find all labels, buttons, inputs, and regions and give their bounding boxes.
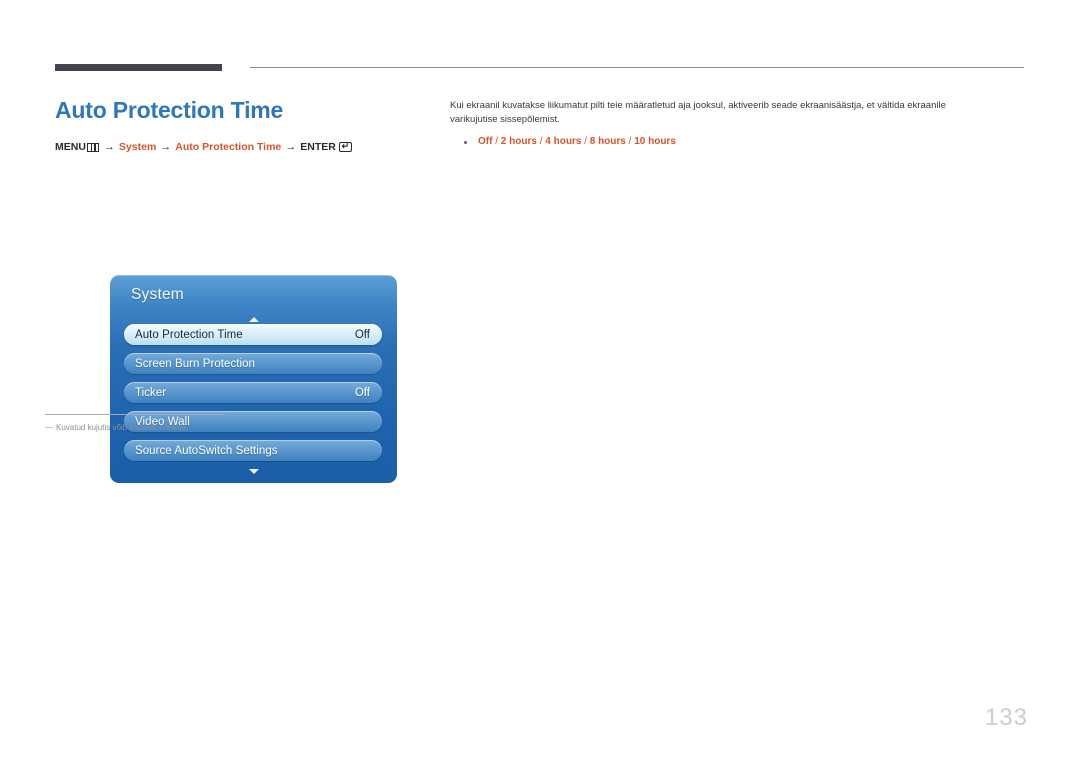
footnote-dash: ― [45, 423, 53, 432]
options-list: Off / 2 hours / 4 hours / 8 hours / 10 h… [450, 135, 990, 149]
osd-row-label: Auto Protection Time [135, 328, 243, 341]
description-paragraph: Kui ekraanil kuvatakse liikumatut pilti … [450, 100, 946, 125]
option-separator: / [536, 136, 546, 147]
osd-menu-list: Auto Protection Time Off Screen Burn Pro… [124, 324, 382, 469]
osd-row-ticker[interactable]: Ticker Off [124, 382, 382, 403]
option-2-hours: 2 hours [500, 136, 537, 147]
option-10-hours: 10 hours [634, 136, 676, 147]
page-title: Auto Protection Time [55, 97, 284, 123]
option-separator: / [492, 136, 501, 147]
page-number: 133 [984, 704, 1028, 731]
options-list-item: Off / 2 hours / 4 hours / 8 hours / 10 h… [450, 135, 990, 149]
menu-grid-icon [86, 142, 99, 152]
osd-row-value: Off [354, 386, 370, 399]
breadcrumb-item-system: System [118, 141, 157, 153]
header-rules [0, 0, 1080, 80]
footnote: ― Kuvatud kujutis võib mudeliti erineda. [45, 414, 405, 434]
osd-row-auto-protection-time[interactable]: Auto Protection Time Off [124, 324, 382, 345]
breadcrumb-menu-label: MENU [55, 141, 86, 153]
osd-row-source-autoswitch-settings[interactable]: Source AutoSwitch Settings [124, 440, 382, 461]
breadcrumb-arrow-3: → [285, 141, 297, 153]
breadcrumb-arrow-2: → [160, 141, 172, 153]
header-rule-thick [55, 64, 222, 71]
triangle-down-icon[interactable] [110, 465, 397, 475]
option-off: Off [478, 136, 493, 147]
breadcrumb-arrow-1: → [103, 141, 115, 153]
osd-row-label: Source AutoSwitch Settings [135, 444, 278, 457]
enter-return-glyph: ↵ [341, 142, 350, 151]
footnote-text: Kuvatud kujutis võib mudeliti erineda. [56, 423, 189, 432]
right-column: Kui ekraanil kuvatakse liikumatut pilti … [450, 99, 990, 149]
enter-return-icon: ↵ [338, 142, 352, 152]
left-column: Auto Protection Time MENU → System → Aut… [55, 96, 415, 483]
footnote-divider [45, 414, 226, 415]
header-rule-thin [250, 67, 1024, 68]
osd-panel-title: System [131, 286, 184, 303]
option-separator: / [581, 136, 590, 147]
osd-menu-panel: System Auto Protection Time Off Screen B… [110, 275, 397, 483]
osd-row-value: Off [354, 328, 370, 341]
osd-row-label: Screen Burn Protection [135, 357, 255, 370]
osd-row-screen-burn-protection[interactable]: Screen Burn Protection [124, 353, 382, 374]
footnote-text-line: ― Kuvatud kujutis võib mudeliti erineda. [45, 422, 405, 434]
breadcrumb-item-auto-protection-time: Auto Protection Time [175, 141, 282, 153]
option-separator: / [625, 136, 635, 147]
triangle-up-icon[interactable] [110, 313, 397, 323]
option-8-hours: 8 hours [589, 136, 626, 147]
osd-row-label: Ticker [135, 386, 167, 399]
breadcrumb: MENU → System → Auto Protection Time → E… [55, 140, 415, 154]
option-4-hours: 4 hours [545, 136, 582, 147]
breadcrumb-enter-label: ENTER [300, 141, 336, 153]
